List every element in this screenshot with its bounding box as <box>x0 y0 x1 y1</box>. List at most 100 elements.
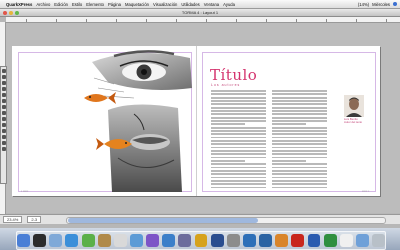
oval-tool-icon[interactable] <box>1 111 6 115</box>
text-line <box>272 146 327 149</box>
pan-tool-icon[interactable] <box>1 147 6 151</box>
ical-icon[interactable] <box>113 234 127 247</box>
text-line <box>211 159 246 162</box>
author-portrait[interactable] <box>344 95 364 117</box>
line-tool-icon[interactable] <box>1 117 6 121</box>
safari-icon[interactable] <box>65 234 79 247</box>
text-line <box>211 123 246 126</box>
bezier-tool-icon[interactable] <box>1 123 6 127</box>
text-line <box>272 179 327 182</box>
text-line <box>272 106 327 109</box>
text-line <box>272 113 327 116</box>
word-icon[interactable] <box>307 234 321 247</box>
text-line <box>272 96 327 99</box>
text-line <box>211 96 266 99</box>
content-tool-icon[interactable] <box>1 75 6 79</box>
unlink-tool-icon[interactable] <box>1 141 6 145</box>
text-line <box>272 169 327 172</box>
preview-icon[interactable] <box>129 234 143 247</box>
text-line <box>272 143 327 146</box>
collage-artwork[interactable] <box>74 48 192 192</box>
text-line <box>211 146 266 149</box>
text-line <box>211 173 266 176</box>
menu-maquetacion[interactable]: Maquetación <box>125 2 149 7</box>
text-line <box>211 139 266 142</box>
ichat-icon[interactable] <box>81 234 95 247</box>
text-line <box>211 169 266 172</box>
picture-box-tool-icon[interactable] <box>1 99 6 103</box>
text-line <box>211 186 266 189</box>
text-column-2[interactable] <box>272 90 327 190</box>
text-line <box>272 183 327 186</box>
item-tool-icon[interactable] <box>1 69 6 73</box>
text-line <box>211 153 266 156</box>
rotate-tool-icon[interactable] <box>1 81 6 85</box>
quicktime-icon[interactable] <box>210 234 224 247</box>
text-line <box>272 186 327 189</box>
text-line <box>272 159 307 162</box>
menubar-clock[interactable]: Miércoles <box>372 2 390 7</box>
text-line <box>211 133 266 136</box>
window-title: TORMA 4 : Layout 1 <box>181 10 219 15</box>
menu-edicion[interactable]: Edición <box>54 2 68 7</box>
text-line <box>272 90 327 92</box>
text-line <box>272 93 327 96</box>
garageband-icon[interactable] <box>194 234 208 247</box>
text-box-tool-icon[interactable] <box>1 93 6 97</box>
zoom-tool-icon[interactable] <box>1 87 6 91</box>
spotlight-icon[interactable] <box>393 2 397 6</box>
zoom-field[interactable]: 23.4% <box>3 216 23 223</box>
text-column-1[interactable] <box>211 90 266 190</box>
finder-icon[interactable] <box>16 234 30 247</box>
rectangle-tool-icon[interactable] <box>1 105 6 109</box>
menu-utilidades[interactable]: Utilidades <box>181 2 199 7</box>
tools-palette <box>0 66 7 184</box>
fish-upper <box>84 92 116 104</box>
text-line <box>272 156 327 159</box>
menu-elemento[interactable]: Elemento <box>86 2 104 7</box>
left-folio: ▪ ▪▪▪▪▪ <box>21 189 29 193</box>
window-titlebar[interactable]: TORMA 4 : Layout 1 <box>0 9 400 17</box>
page-spread[interactable]: ▪ ▪▪▪▪▪ Título Los autores Luis Benito A… <box>12 46 380 196</box>
iphoto-icon[interactable] <box>162 234 176 247</box>
battery-status[interactable]: (14%) <box>358 2 369 7</box>
itunes-icon[interactable] <box>146 234 160 247</box>
menu-archivo[interactable]: Archivo <box>36 2 50 7</box>
portrait-caption: Luis Benito Autor del texto <box>344 117 362 125</box>
dashboard-icon[interactable] <box>33 234 47 247</box>
page-field[interactable]: 2-3 <box>27 216 42 223</box>
excel-icon[interactable] <box>323 234 337 247</box>
link-tool-icon[interactable] <box>1 135 6 139</box>
menu-ventana[interactable]: Ventana <box>204 2 219 7</box>
text-line <box>211 119 266 122</box>
menu-estilo[interactable]: Estilo <box>72 2 82 7</box>
acrobat-icon[interactable] <box>291 234 305 247</box>
menu-app-name[interactable]: QuarkXPress <box>6 2 32 7</box>
horizontal-scrollbar[interactable] <box>66 217 386 224</box>
folder-icon[interactable] <box>355 234 369 247</box>
imovie-icon[interactable] <box>178 234 192 247</box>
scroll-thumb[interactable] <box>68 218 258 223</box>
table-tool-icon[interactable] <box>1 129 6 133</box>
menu-pagina[interactable]: Página <box>108 2 121 7</box>
illustrator-icon[interactable] <box>275 234 289 247</box>
system-prefs-icon[interactable] <box>226 234 240 247</box>
text-line <box>211 166 266 169</box>
text-line <box>211 149 266 152</box>
text-line <box>272 126 327 129</box>
article-byline[interactable]: Los autores <box>211 83 240 87</box>
menu-visualizacion[interactable]: Visualización <box>153 2 177 7</box>
photoshop-icon[interactable] <box>259 234 273 247</box>
text-line <box>211 116 266 119</box>
menu-ayuda[interactable]: Ayuda <box>223 2 235 7</box>
mail-icon[interactable] <box>49 234 63 247</box>
article-title[interactable]: Título <box>210 66 257 84</box>
quark-icon[interactable] <box>242 234 256 247</box>
text-line <box>211 183 266 186</box>
right-folio: ▪▪▪▪▪ ▪ <box>362 189 370 193</box>
text-line <box>211 129 266 132</box>
trash-icon[interactable] <box>372 234 386 247</box>
dock-shelf <box>16 231 386 250</box>
textedit-icon[interactable] <box>339 234 353 247</box>
address-book-icon[interactable] <box>97 234 111 247</box>
